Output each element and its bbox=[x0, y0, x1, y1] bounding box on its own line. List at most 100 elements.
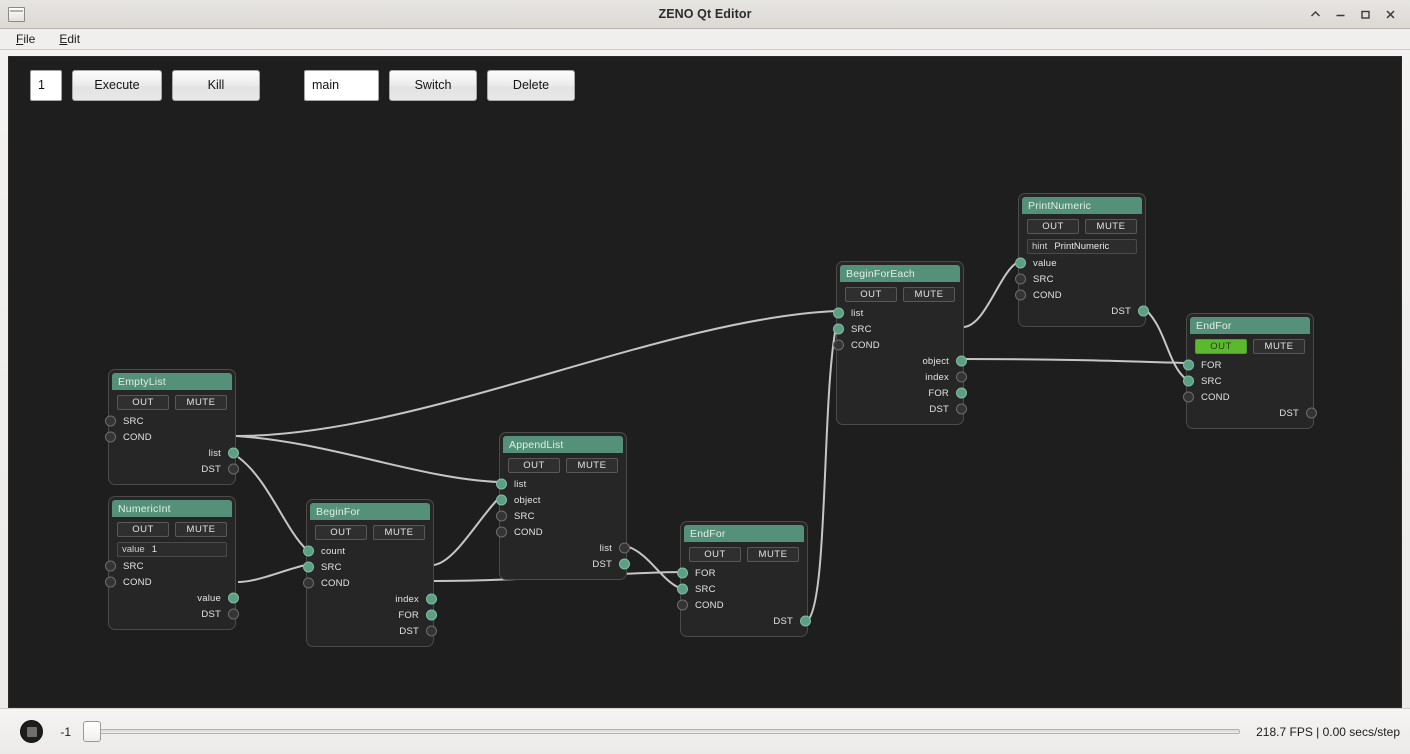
input-socket-row: COND bbox=[1183, 389, 1310, 405]
node-mute-button[interactable]: MUTE bbox=[373, 525, 425, 540]
output-socket-row: list bbox=[112, 445, 239, 461]
input-socket-src[interactable] bbox=[677, 583, 688, 595]
node-editor-canvas[interactable]: 1 Execute Kill main Switch Delete EmptyL… bbox=[8, 56, 1402, 708]
output-socket-index[interactable] bbox=[956, 371, 967, 383]
app-window: ZENO Qt Editor File Edit 1 Execute Kill … bbox=[0, 0, 1410, 754]
output-socket-dst[interactable] bbox=[1306, 407, 1317, 419]
maximize-button[interactable] bbox=[1359, 8, 1372, 21]
shade-button[interactable] bbox=[1309, 8, 1322, 21]
node-out-button[interactable]: OUT bbox=[117, 522, 169, 537]
menu-edit[interactable]: Edit bbox=[57, 31, 82, 47]
wire bbox=[628, 546, 681, 589]
input-socket-row: COND bbox=[496, 524, 623, 540]
node-mute-button[interactable]: MUTE bbox=[747, 547, 799, 562]
output-socket-dst[interactable] bbox=[619, 558, 630, 570]
input-socket-src[interactable] bbox=[105, 560, 116, 572]
input-socket-list[interactable] bbox=[496, 478, 507, 490]
node-out-button[interactable]: OUT bbox=[117, 395, 169, 410]
socket-area: FOR SRC COND DST bbox=[1183, 357, 1317, 425]
node-mute-button[interactable]: MUTE bbox=[566, 458, 618, 473]
node-endfor-right[interactable]: EndFor OUT MUTE FOR SRC COND DST bbox=[1183, 313, 1317, 429]
param-value[interactable]: value 1 bbox=[117, 542, 227, 557]
timeline-handle[interactable] bbox=[83, 721, 101, 742]
socket-area: FOR SRC COND DST bbox=[677, 565, 811, 633]
socket-label: SRC bbox=[1201, 375, 1222, 387]
input-socket-cond[interactable] bbox=[833, 339, 844, 351]
output-socket-list[interactable] bbox=[619, 542, 630, 554]
node-out-button[interactable]: OUT bbox=[315, 525, 367, 540]
node-out-button[interactable]: OUT bbox=[508, 458, 560, 473]
close-button[interactable] bbox=[1384, 8, 1397, 21]
graph-area[interactable]: EmptyList OUT MUTE SRC COND list DST NumericInt… bbox=[9, 57, 1401, 707]
node-printnumeric[interactable]: PrintNumeric OUT MUTE hint PrintNumeric value… bbox=[1015, 193, 1149, 327]
node-endfor-left[interactable]: EndFor OUT MUTE FOR SRC COND DST bbox=[677, 521, 811, 637]
wire bbox=[963, 261, 1019, 328]
output-socket-index[interactable] bbox=[426, 593, 437, 605]
timeline-slider[interactable] bbox=[83, 720, 1241, 743]
output-socket-dst[interactable] bbox=[228, 463, 239, 475]
node-mute-button[interactable]: MUTE bbox=[175, 522, 227, 537]
menu-file[interactable]: File bbox=[14, 31, 37, 47]
node-out-button[interactable]: OUT bbox=[689, 547, 741, 562]
output-socket-object[interactable] bbox=[956, 355, 967, 367]
input-socket-src[interactable] bbox=[1015, 273, 1026, 285]
node-title: EmptyList bbox=[112, 373, 232, 390]
input-socket-src[interactable] bbox=[303, 561, 314, 573]
node-numericint[interactable]: NumericInt OUT MUTE value 1 SRC COND value DST bbox=[105, 496, 239, 630]
input-socket-value[interactable] bbox=[1015, 257, 1026, 269]
node-button-row: OUT MUTE bbox=[684, 542, 804, 565]
output-socket-dst[interactable] bbox=[228, 608, 239, 620]
output-socket-dst[interactable] bbox=[800, 615, 811, 627]
input-socket-for[interactable] bbox=[1183, 359, 1194, 371]
socket-area: list SRC COND object index FOR DST bbox=[833, 305, 967, 421]
output-socket-value[interactable] bbox=[228, 592, 239, 604]
input-socket-src[interactable] bbox=[833, 323, 844, 335]
output-socket-list[interactable] bbox=[228, 447, 239, 459]
input-socket-cond[interactable] bbox=[496, 526, 507, 538]
output-socket-row: DST bbox=[503, 556, 630, 572]
socket-label: COND bbox=[1201, 391, 1230, 403]
input-socket-cond[interactable] bbox=[105, 431, 116, 443]
node-out-button[interactable]: OUT bbox=[845, 287, 897, 302]
input-socket-row: SRC bbox=[105, 558, 232, 574]
node-mute-button[interactable]: MUTE bbox=[1085, 219, 1137, 234]
output-socket-row: value bbox=[112, 590, 239, 606]
node-out-button[interactable]: OUT bbox=[1027, 219, 1079, 234]
node-appendlist[interactable]: AppendList OUT MUTE list object SRC COND list DS… bbox=[496, 432, 630, 580]
output-socket-dst[interactable] bbox=[426, 625, 437, 637]
status-bar: -1 218.7 FPS | 0.00 secs/step bbox=[0, 708, 1410, 754]
node-title: EndFor bbox=[1190, 317, 1310, 334]
input-socket-cond[interactable] bbox=[677, 599, 688, 611]
input-socket-object[interactable] bbox=[496, 494, 507, 506]
input-socket-cond[interactable] bbox=[303, 577, 314, 589]
output-socket-row: FOR bbox=[310, 607, 437, 623]
input-socket-src[interactable] bbox=[1183, 375, 1194, 387]
output-socket-dst[interactable] bbox=[956, 403, 967, 415]
socket-label: index bbox=[925, 371, 949, 383]
output-socket-dst[interactable] bbox=[1138, 305, 1149, 317]
param-hint[interactable]: hint PrintNumeric bbox=[1027, 239, 1137, 254]
input-socket-row: SRC bbox=[105, 413, 232, 429]
input-socket-row: SRC bbox=[1183, 373, 1310, 389]
node-beginforeach[interactable]: BeginForEach OUT MUTE list SRC COND object inde… bbox=[833, 261, 967, 425]
input-socket-src[interactable] bbox=[496, 510, 507, 522]
node-emptylist[interactable]: EmptyList OUT MUTE SRC COND list DST bbox=[105, 369, 239, 485]
input-socket-src[interactable] bbox=[105, 415, 116, 427]
output-socket-for[interactable] bbox=[426, 609, 437, 621]
input-socket-cond[interactable] bbox=[1015, 289, 1026, 301]
record-stop-icon[interactable] bbox=[20, 720, 43, 743]
node-beginfor[interactable]: BeginFor OUT MUTE count SRC COND index FOR DST bbox=[303, 499, 437, 647]
input-socket-cond[interactable] bbox=[1183, 391, 1194, 403]
input-socket-row: SRC bbox=[1015, 271, 1142, 287]
node-button-row: OUT MUTE bbox=[112, 517, 232, 540]
minimize-button[interactable] bbox=[1334, 8, 1347, 21]
input-socket-cond[interactable] bbox=[105, 576, 116, 588]
output-socket-for[interactable] bbox=[956, 387, 967, 399]
node-mute-button[interactable]: MUTE bbox=[1253, 339, 1305, 354]
node-mute-button[interactable]: MUTE bbox=[175, 395, 227, 410]
input-socket-count[interactable] bbox=[303, 545, 314, 557]
input-socket-list[interactable] bbox=[833, 307, 844, 319]
input-socket-for[interactable] bbox=[677, 567, 688, 579]
node-mute-button[interactable]: MUTE bbox=[903, 287, 955, 302]
node-out-button[interactable]: OUT bbox=[1195, 339, 1247, 354]
